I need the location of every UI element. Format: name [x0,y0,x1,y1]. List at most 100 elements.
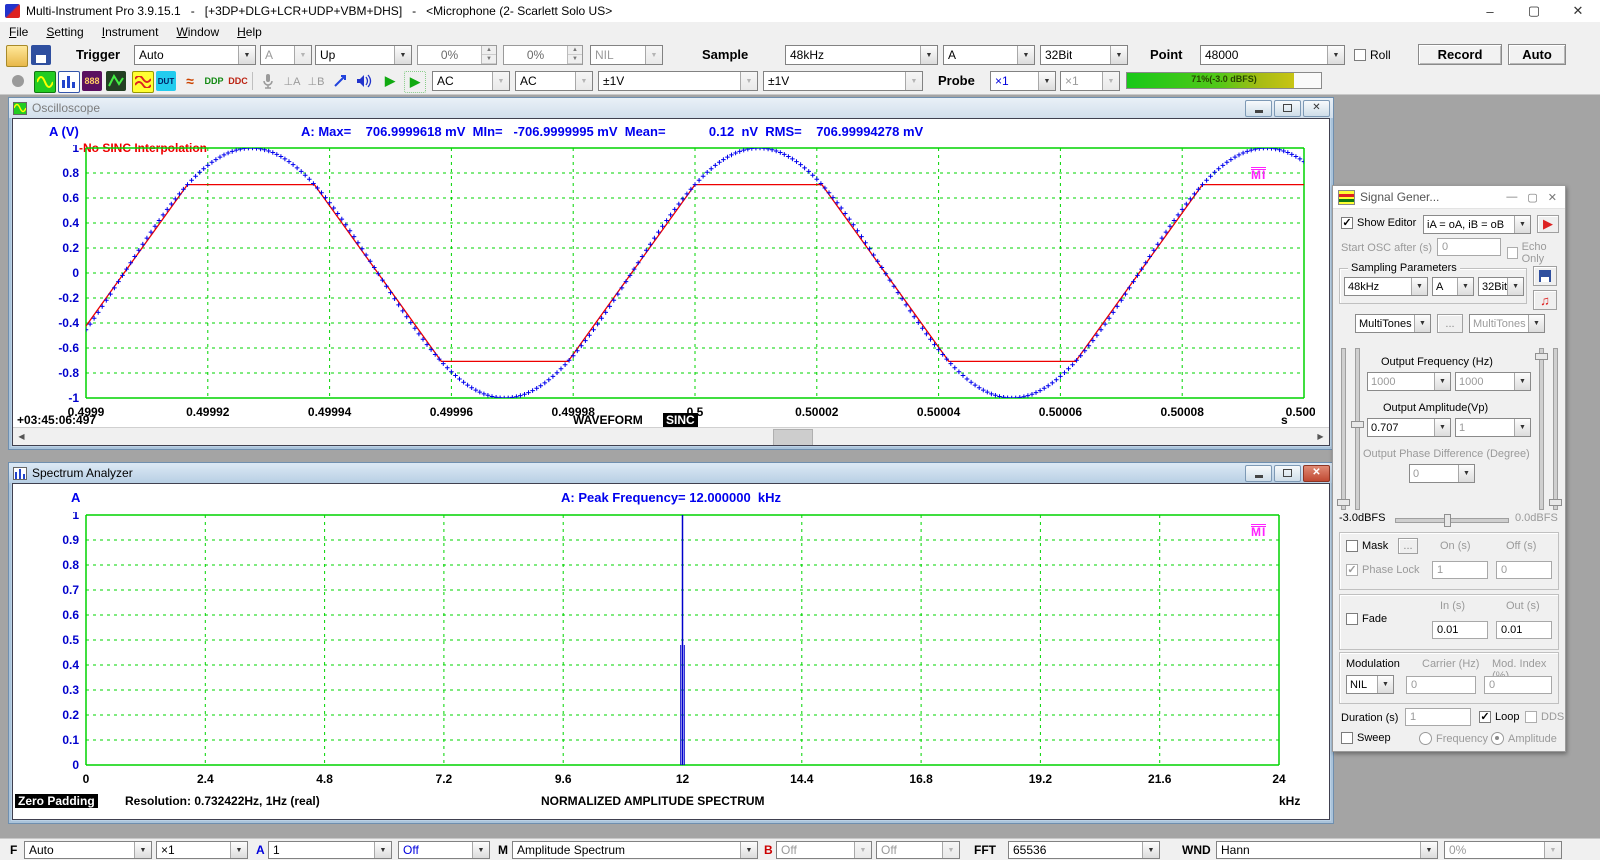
app-minimize-button[interactable]: – [1468,0,1512,22]
volume-slider-left-outer[interactable] [1341,348,1346,510]
maximize-button[interactable]: ▢ [1527,191,1537,204]
gen-channel-dropdown[interactable]: A▼ [1432,277,1474,296]
range-a-dropdown[interactable]: ±1V▼ [598,71,758,91]
sampling-rate-dropdown[interactable]: 48kHz▼ [785,45,938,65]
slider-thumb[interactable] [1444,514,1451,527]
scope-h-scrollbar[interactable]: ◀ ▶ [13,427,1329,445]
restore-button[interactable] [1274,465,1301,482]
run-loop-icon[interactable]: ▶ [404,71,426,93]
music-note-icon[interactable]: ♫ [1533,290,1557,310]
probe-a-dropdown[interactable]: ×1▼ [990,71,1056,91]
microphone-icon[interactable] [258,71,278,91]
probe-b-dropdown[interactable]: ×1▼ [1060,71,1120,91]
phase-lock-checkbox[interactable]: ✓Phase Lock [1346,564,1419,576]
ground-b-icon[interactable]: ⊥B [306,71,326,91]
coupling-a-dropdown[interactable]: AC▼ [432,71,510,91]
scroll-left-icon[interactable]: ◀ [13,428,30,445]
modulation-dropdown[interactable]: NIL▼ [1346,675,1394,694]
analysis-mode-dropdown[interactable]: Amplitude Spectrum▼ [512,841,758,859]
spectrum-3d-icon[interactable] [106,71,126,91]
spin-down-icon[interactable]: ▼ [482,55,496,64]
trigger-edge-dropdown[interactable]: Up▼ [315,45,412,65]
trigger-level-spinner[interactable]: 0%▲▼ [417,45,497,65]
spectrum-titlebar[interactable]: Spectrum Analyzer ✕ [9,463,1333,483]
trigger-mode-dropdown[interactable]: Auto▼ [134,45,256,65]
freq-axis-dropdown[interactable]: Auto▼ [24,841,152,859]
freq-a-dropdown[interactable]: 1000▼ [1367,372,1451,391]
trigger-source-dropdown[interactable]: A▼ [260,45,312,65]
spectrum-analyzer-icon[interactable] [58,71,80,93]
amp-a-dropdown[interactable]: 0.707▼ [1367,418,1451,437]
save-icon[interactable] [31,45,51,65]
freq-b-dropdown[interactable]: 1000▼ [1455,372,1531,391]
scroll-thumb[interactable] [773,429,813,446]
sweep-amplitude-radio[interactable]: Amplitude [1491,732,1557,745]
trigger-reject-dropdown[interactable]: NIL▼ [590,45,663,65]
bit-resolution-dropdown[interactable]: 32Bit▼ [1040,45,1128,65]
close-button[interactable]: ✕ [1303,100,1330,117]
slider-thumb[interactable] [1351,421,1364,428]
multimeter-icon[interactable]: 888 [82,71,102,91]
minimize-button[interactable] [1245,100,1272,117]
fft-size-dropdown[interactable]: 65536▼ [1008,841,1160,859]
amp-b-dropdown[interactable]: 1▼ [1455,418,1531,437]
slider-thumb[interactable] [1535,353,1548,360]
carrier-input[interactable]: 0 [1406,676,1476,694]
oscilloscope-titlebar[interactable]: Oscilloscope ✕ [9,98,1333,118]
fade-out-input[interactable]: 0.01 [1496,621,1552,639]
close-button[interactable]: ✕ [1548,191,1557,204]
fade-checkbox[interactable]: Fade [1346,613,1387,625]
oscilloscope-icon[interactable] [34,71,56,93]
show-editor-checkbox[interactable]: ✓Show Editor [1341,217,1416,229]
auto-button[interactable]: Auto [1508,44,1566,65]
mod-index-input[interactable]: 0 [1484,676,1552,694]
app-maximize-button[interactable]: ▢ [1512,0,1556,22]
ddp-viewer-icon[interactable]: DDP [204,71,224,91]
mask-on-input[interactable]: 1 [1432,561,1488,579]
signal-generator-icon[interactable] [132,71,154,93]
waveform-more-button[interactable]: ... [1437,314,1463,333]
coupling-b-dropdown[interactable]: AC▼ [515,71,593,91]
derived-data-curve-icon[interactable]: ≈ [180,71,200,91]
spin-up-icon[interactable]: ▲ [568,46,582,55]
a-gain-dropdown[interactable]: 1▼ [268,841,392,859]
echo-only-checkbox[interactable]: Echo Only [1507,241,1565,265]
app-titlebar[interactable]: Multi-Instrument Pro 3.9.15.1 - [+3DP+DL… [0,0,1600,23]
menu-window[interactable]: Window [167,23,228,41]
loop-checkbox[interactable]: ✓Loop [1479,711,1519,723]
app-close-button[interactable]: ✕ [1556,0,1600,22]
minimize-button[interactable] [1245,465,1272,482]
zoom-dropdown[interactable]: ×1▼ [156,841,248,859]
amplitude-slider-a[interactable] [1355,348,1360,510]
minimize-button[interactable]: — [1506,191,1517,204]
slider-thumb[interactable] [1337,499,1350,506]
scroll-right-icon[interactable]: ▶ [1312,428,1329,445]
roll-checkbox[interactable]: Roll [1354,48,1391,62]
a-extra-dropdown[interactable]: Off▼ [398,841,490,859]
slider-thumb[interactable] [1549,499,1562,506]
oscilloscope-plot[interactable]: 0.49990.499920.499940.499960.499980.50.5… [15,145,1315,421]
sweep-checkbox[interactable]: Sweep [1341,732,1391,744]
generator-run-button[interactable]: ▶ [1537,215,1559,233]
trigger-delay-spinner[interactable]: 0%▲▼ [503,45,583,65]
dbfs-slider[interactable] [1395,518,1509,523]
spectrum-plot[interactable]: 02.44.87.29.61214.416.819.221.62410.90.8… [15,512,1315,788]
sampling-channel-dropdown[interactable]: A▼ [943,45,1035,65]
speaker-icon[interactable] [354,71,374,91]
volume-slider-right-outer[interactable] [1553,348,1558,510]
record-indicator-icon[interactable] [8,71,28,91]
run-icon[interactable]: ▶ [380,71,400,91]
phase-dropdown[interactable]: 0▼ [1409,464,1475,483]
fade-in-input[interactable]: 0.01 [1432,621,1488,639]
b-gain-dropdown[interactable]: Off▼ [776,841,872,859]
menu-help[interactable]: Help [228,23,271,41]
open-file-icon[interactable] [6,45,28,67]
range-b-dropdown[interactable]: ±1V▼ [763,71,923,91]
overlap-dropdown[interactable]: 0%▼ [1444,841,1562,859]
b-extra-dropdown[interactable]: Off▼ [876,841,960,859]
start-osc-input[interactable]: 0 [1437,238,1501,256]
spin-up-icon[interactable]: ▲ [482,46,496,55]
close-button[interactable]: ✕ [1303,465,1330,482]
ground-a-icon[interactable]: ⊥A [282,71,302,91]
ddc-icon[interactable]: DDC [228,71,248,91]
